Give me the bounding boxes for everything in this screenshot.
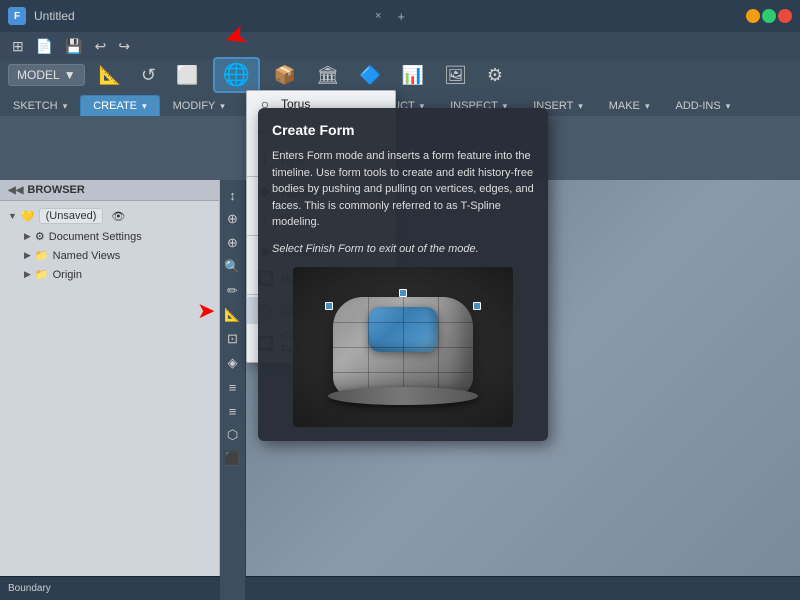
close-button[interactable] [778, 9, 792, 23]
lt-diamond-icon[interactable]: ◈ [222, 352, 244, 374]
lt-hex-icon[interactable]: ⬡ [222, 424, 244, 446]
tab-make[interactable]: MAKE ▾ [596, 95, 663, 116]
expand-icon-doc: ▶ [24, 231, 31, 242]
grid-v1 [368, 297, 369, 397]
maximize-button[interactable] [762, 9, 776, 23]
doc-settings-label: Document Settings [49, 231, 142, 243]
unsaved-label: (Unsaved) [39, 208, 104, 224]
lt-square-icon[interactable]: ⬛ [222, 448, 244, 470]
lt-move-icon[interactable]: ↕ [222, 184, 244, 206]
create-form-tooltip: Create Form Enters Form mode and inserts… [258, 108, 548, 441]
expand-icon-views: ▶ [24, 250, 31, 261]
sketch-icon[interactable]: 📐 [93, 63, 127, 88]
lt-zoom-icon[interactable]: 🔍 [222, 256, 244, 278]
origin-label: Origin [53, 269, 82, 281]
new-tab[interactable]: + [389, 7, 413, 26]
tab-modify[interactable]: MODIFY ▾ [160, 95, 238, 116]
undo-icon[interactable]: ↩ [91, 36, 111, 57]
lt-measure-icon[interactable]: 📐 [222, 304, 244, 326]
tree-item-origin[interactable]: ▶ 📁 Origin [0, 265, 219, 284]
mode-bar: MODEL ▼ 📐 ↺ ⬜ ➤ 🌐 📦 🏛 🔷 📊 🖼 ⚙ [0, 60, 800, 90]
grid-v2 [403, 297, 404, 397]
settings-icon[interactable]: ⚙ [481, 63, 509, 88]
browser-collapse-icon[interactable]: ◀◀ [8, 185, 23, 196]
shape-grid-overlay [333, 297, 473, 397]
tab-addins[interactable]: ADD-INS ▾ [662, 95, 743, 116]
expand-icon-origin: ▶ [24, 269, 31, 280]
named-views-label: Named Views [53, 250, 121, 262]
left-toolbar: ↕ ⊕ ⊕ 🔍 ✏ 📐 ⊡ ◈ ≡ ≡ ⬡ ⬛ [220, 180, 246, 600]
mode-selector[interactable]: MODEL ▼ [8, 64, 85, 86]
named-views-icon: 📁 [35, 249, 49, 262]
create-form-ribbon-button[interactable]: 🌐 [213, 57, 260, 93]
shape-preview [293, 267, 513, 427]
title-bar: F Untitled × + [0, 0, 800, 32]
tab-sketch[interactable]: SKETCH ▾ [0, 95, 80, 116]
browser-tree: ▼ 💛 (Unsaved) 👁 ▶ ⚙ Document Settings ▶ … [0, 201, 219, 600]
handle-left [325, 302, 333, 310]
handle-right [473, 302, 481, 310]
root-icon: 💛 [21, 210, 35, 223]
window-title: Untitled [34, 9, 367, 23]
status-text: Boundary [8, 583, 51, 594]
image-icon[interactable]: 🖼 [438, 63, 473, 88]
lt-add1-icon[interactable]: ⊕ [222, 208, 244, 230]
redo-icon[interactable]: ↪ [114, 36, 134, 57]
grid-icon[interactable]: ⊞ [8, 36, 28, 57]
close-tab[interactable]: × [367, 8, 389, 24]
window-controls [746, 9, 792, 23]
loft-icon[interactable]: 🔷 [353, 63, 387, 88]
expand-icon: ▼ [8, 211, 17, 221]
tab-create[interactable]: CREATE ▾ [80, 95, 159, 116]
lt-pencil-icon[interactable]: ✏ [222, 280, 244, 302]
grid-v3 [438, 297, 439, 397]
tree-item-root[interactable]: ▼ 💛 (Unsaved) 👁 [0, 205, 219, 227]
doc-settings-icon: ⚙ [35, 230, 45, 243]
extrude-icon[interactable]: ⬜ [170, 63, 204, 88]
extrude2-icon[interactable]: 📦 [268, 63, 302, 88]
browser-header: ◀◀ BROWSER [0, 180, 219, 201]
save-icon[interactable]: 💾 [61, 36, 86, 57]
lt-box-icon[interactable]: ⊡ [222, 328, 244, 350]
visibility-icon[interactable]: 👁 [111, 210, 125, 223]
handle-top [399, 289, 407, 297]
tree-item-doc-settings[interactable]: ▶ ⚙ Document Settings [0, 227, 219, 246]
chart-icon[interactable]: 📊 [396, 63, 430, 88]
lt-lines2-icon[interactable]: ≡ [222, 400, 244, 422]
tooltip-select-text: Select Finish Form to exit out of the mo… [272, 241, 534, 258]
revolve-icon[interactable]: 🏛 [310, 63, 345, 88]
status-bar: Boundary [0, 576, 800, 600]
tspline-3d-shape [333, 297, 473, 397]
sidebar: ◀◀ BROWSER ▼ 💛 (Unsaved) 👁 ▶ ⚙ Document … [0, 180, 220, 600]
app-icon: F [8, 7, 26, 25]
rotate-icon[interactable]: ↺ [135, 63, 162, 88]
tooltip-title: Create Form [272, 122, 534, 138]
new-file-icon[interactable]: 📄 [32, 36, 57, 57]
browser-title: BROWSER [27, 184, 84, 196]
quick-toolbar: ⊞ 📄 💾 ↩ ↪ [0, 32, 800, 60]
red-arrow-left-icon: ➤ [197, 298, 215, 324]
minimize-button[interactable] [746, 9, 760, 23]
lt-add2-icon[interactable]: ⊕ [222, 232, 244, 254]
tree-item-named-views[interactable]: ▶ 📁 Named Views [0, 246, 219, 265]
tooltip-description: Enters Form mode and inserts a form feat… [272, 148, 534, 231]
create-form-ribbon-area: ➤ 🌐 [213, 57, 260, 93]
origin-icon: 📁 [35, 268, 49, 281]
lt-lines1-icon[interactable]: ≡ [222, 376, 244, 398]
